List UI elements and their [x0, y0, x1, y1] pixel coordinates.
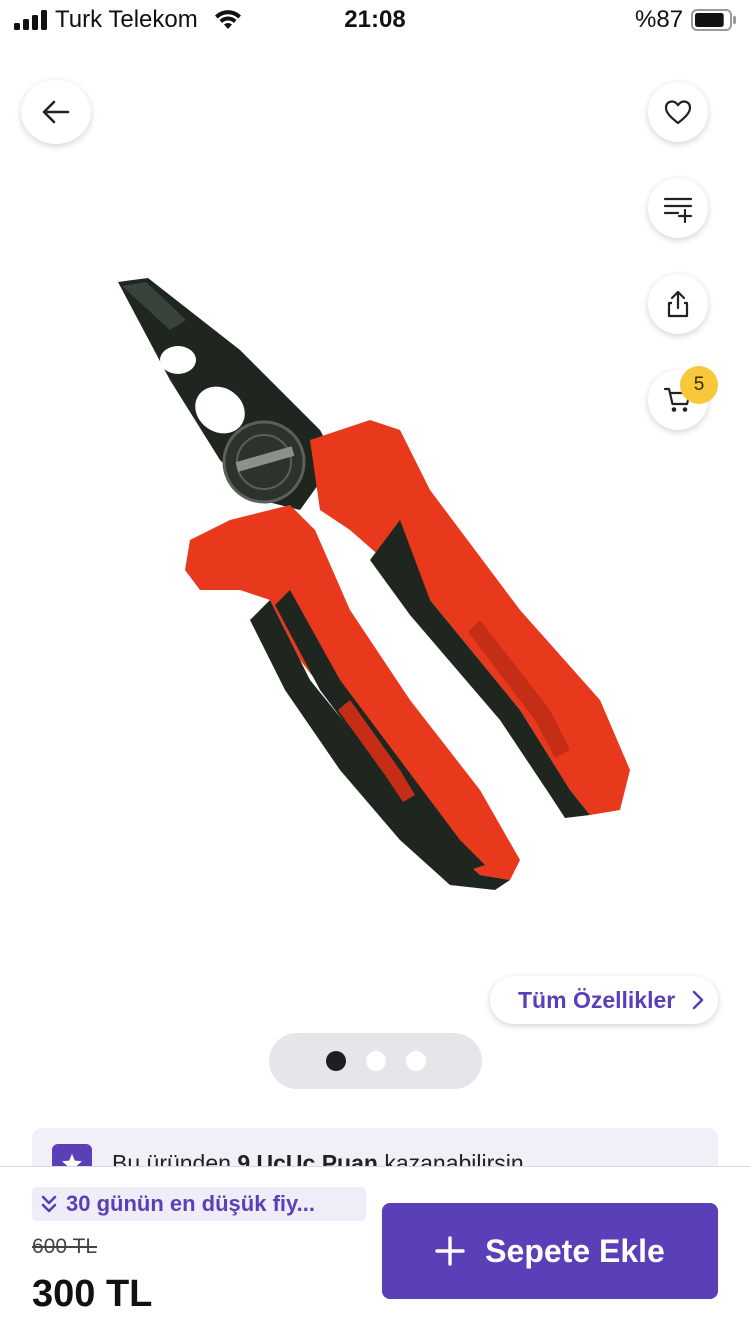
favorite-button[interactable] — [648, 82, 708, 142]
image-pager[interactable] — [269, 1033, 482, 1089]
battery-icon — [691, 9, 736, 31]
lowest-price-text: 30 günün en düşük fiy... — [66, 1191, 315, 1216]
pager-dot[interactable] — [405, 1051, 426, 1071]
add-to-cart-label: Sepete Ekle — [485, 1232, 665, 1269]
plus-icon — [435, 1236, 465, 1266]
status-bar: Turk Telekom 21:08 %87 — [0, 0, 750, 42]
product-image[interactable] — [100, 270, 660, 890]
back-button[interactable] — [21, 80, 91, 144]
battery-percentage: %87 — [635, 6, 684, 33]
heart-icon — [664, 100, 692, 125]
chevron-right-icon — [692, 990, 704, 1010]
add-to-list-button[interactable] — [648, 178, 708, 238]
old-price: 600 TL — [32, 1235, 97, 1258]
current-price: 300 TL — [32, 1273, 153, 1315]
arrow-left-icon — [42, 100, 70, 124]
share-icon — [667, 290, 689, 318]
lowest-price-badge[interactable]: 30 günün en düşük fiy... — [32, 1187, 366, 1221]
pager-dot[interactable] — [325, 1051, 346, 1071]
all-features-label: Tüm Özellikler — [518, 986, 676, 1013]
pager-dot[interactable] — [365, 1051, 386, 1071]
list-add-icon — [663, 197, 693, 223]
cart-count-badge: 5 — [680, 366, 718, 404]
double-chevron-down-icon — [41, 1195, 57, 1213]
purchase-bar: 30 günün en düşük fiy... 600 TL 300 TL S… — [0, 1166, 750, 1334]
all-features-button[interactable]: Tüm Özellikler — [490, 976, 718, 1024]
add-to-cart-button[interactable]: Sepete Ekle — [382, 1203, 718, 1299]
